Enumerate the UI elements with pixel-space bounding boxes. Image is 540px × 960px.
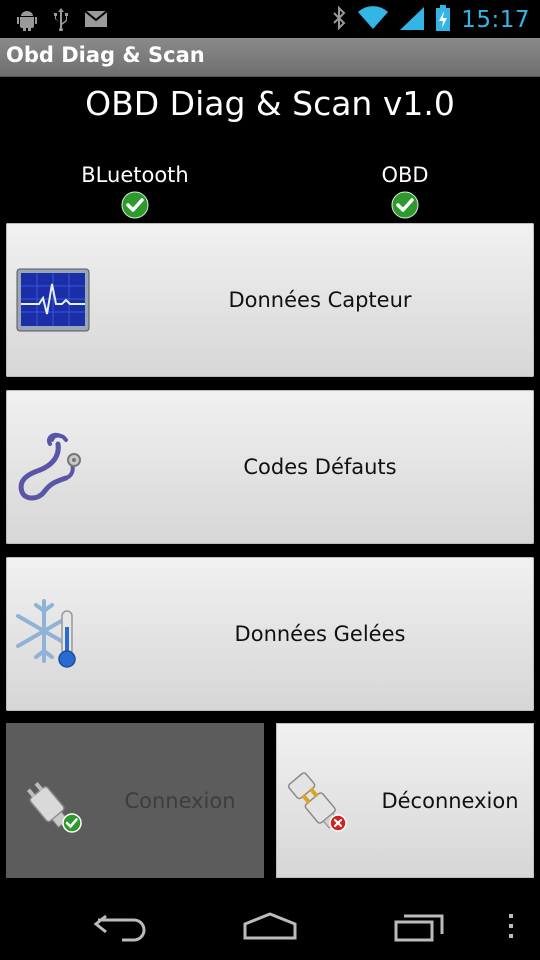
- freeze-frame-button[interactable]: Données Gelées: [6, 557, 534, 711]
- back-icon[interactable]: [92, 910, 148, 946]
- stethoscope-icon: [16, 430, 94, 501]
- signal-icon: [399, 6, 425, 34]
- plug-disconnected-icon: [284, 771, 362, 837]
- recent-apps-icon[interactable]: [392, 910, 448, 946]
- usb-icon: [52, 7, 70, 35]
- obd-status: OBD: [305, 163, 505, 223]
- sensor-data-label: Données Capteur: [228, 288, 412, 312]
- connect-button[interactable]: Connexion: [6, 723, 264, 878]
- status-bar: 15:17: [0, 0, 540, 38]
- disconnect-button[interactable]: Déconnexion: [276, 723, 534, 878]
- freeze-frame-label: Données Gelées: [234, 622, 406, 646]
- monitor-icon: [16, 268, 94, 334]
- fault-codes-button[interactable]: Codes Défauts: [6, 390, 534, 544]
- obd-label: OBD: [381, 163, 429, 187]
- wifi-icon: [357, 6, 389, 34]
- navigation-bar: [0, 880, 540, 960]
- connect-label: Connexion: [124, 788, 236, 813]
- action-bar: Obd Diag & Scan: [0, 38, 540, 77]
- plug-connected-icon: [14, 771, 92, 837]
- fault-codes-label: Codes Défauts: [243, 455, 397, 479]
- check-icon: [121, 191, 149, 223]
- page-title: OBD Diag & Scan v1.0: [85, 84, 455, 123]
- disconnect-label: Déconnexion: [381, 788, 519, 813]
- check-icon: [391, 191, 419, 223]
- action-bar-title: Obd Diag & Scan: [6, 43, 205, 67]
- bluetooth-status: BLuetooth: [35, 163, 235, 223]
- snowflake-thermometer-icon: [16, 597, 94, 668]
- android-debug-icon: [16, 7, 38, 35]
- battery-charging-icon: [435, 5, 451, 35]
- overflow-menu-icon[interactable]: [506, 912, 516, 944]
- clock: 15:17: [461, 7, 530, 33]
- bluetooth-label: BLuetooth: [81, 163, 189, 187]
- mail-icon: [84, 10, 108, 32]
- bluetooth-icon: [331, 5, 347, 34]
- home-icon[interactable]: [242, 910, 298, 946]
- sensor-data-button[interactable]: Données Capteur: [6, 223, 534, 377]
